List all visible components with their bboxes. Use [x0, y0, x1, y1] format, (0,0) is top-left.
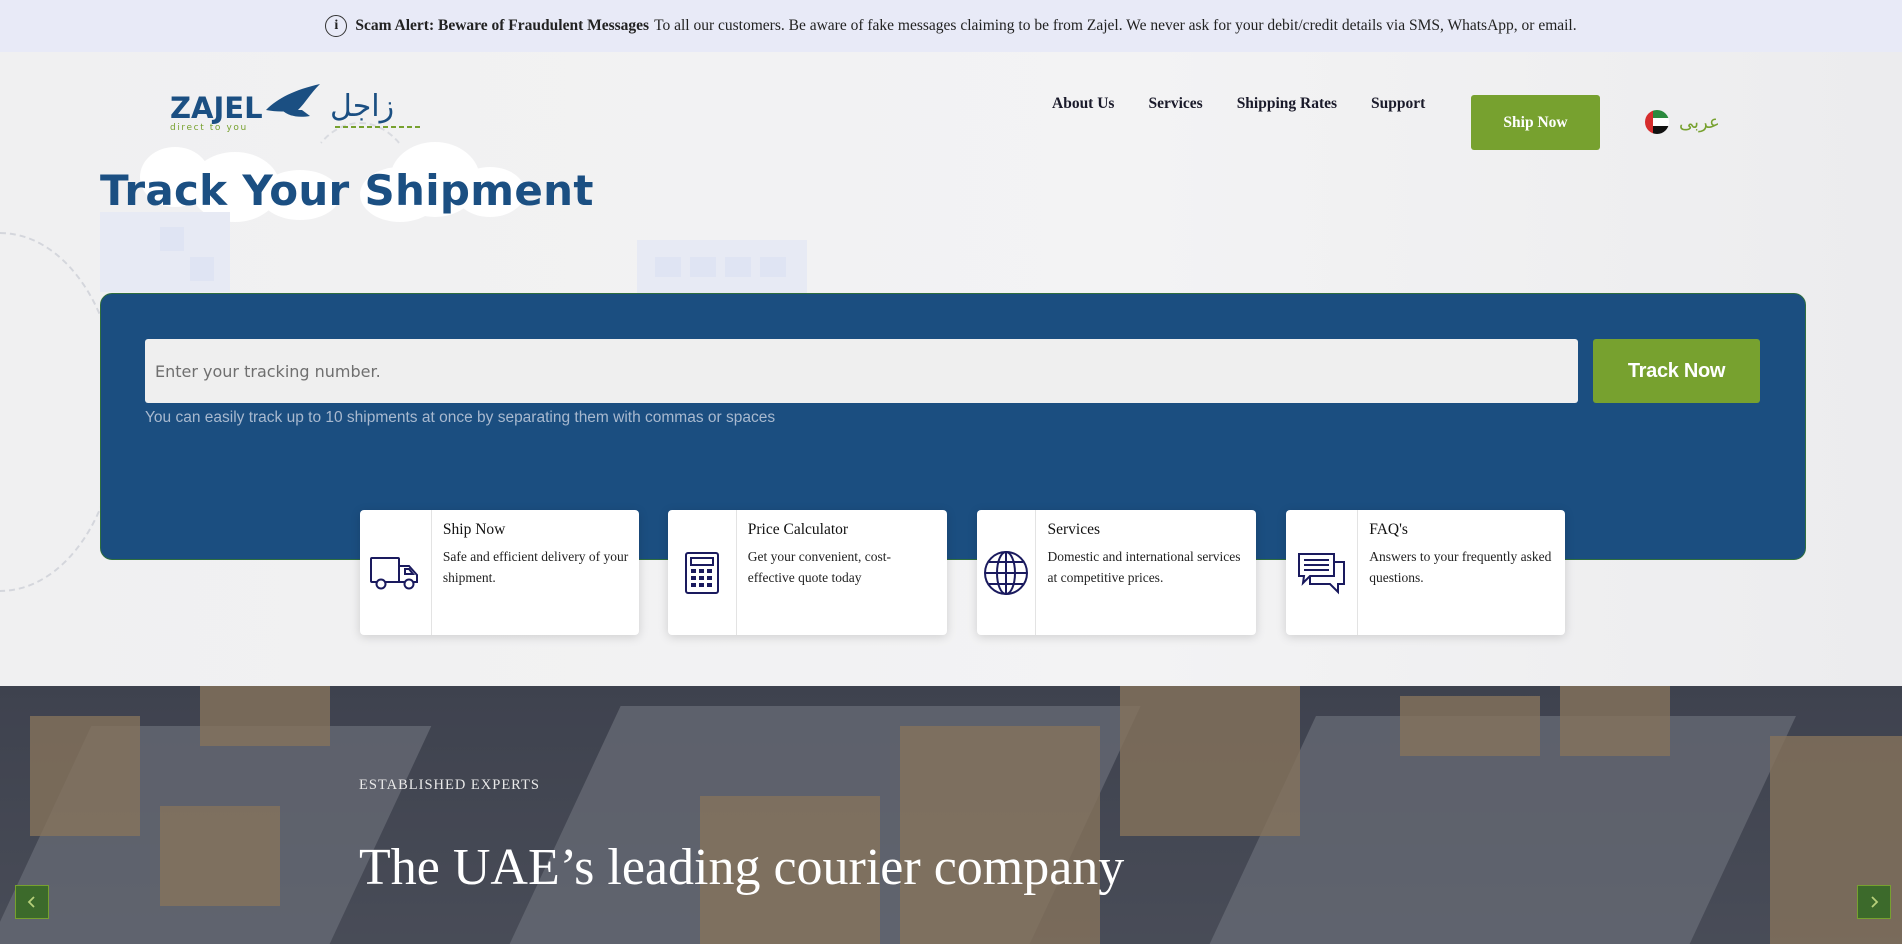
logo-tagline: direct to you [170, 123, 248, 133]
card-description: Safe and efficient delivery of your ship… [442, 549, 629, 585]
logo-arabic: زاجل [330, 89, 394, 124]
language-label: عربى [1679, 111, 1720, 133]
page-title: Track Your Shipment [100, 166, 594, 215]
logo-latin: ZAJEL [170, 91, 263, 125]
nav-shipping-rates[interactable]: Shipping Rates [1237, 95, 1337, 113]
scam-alert-bar: i Scam Alert: Beware of Fraudulent Messa… [0, 0, 1902, 52]
globe-icon [977, 510, 1037, 635]
card-description: Domestic and international services at c… [1047, 549, 1241, 585]
uae-flag-icon [1645, 110, 1669, 134]
card-services[interactable]: Services Domestic and international serv… [977, 510, 1256, 635]
card-ship-now[interactable]: Ship Now Safe and efficient delivery of … [360, 510, 639, 635]
chevron-left-icon [27, 896, 35, 908]
nav-support[interactable]: Support [1371, 95, 1425, 113]
card-price-calculator[interactable]: Price Calculator Get your convenient, co… [668, 510, 947, 635]
card-title: Services [1047, 521, 1100, 538]
tracking-number-input[interactable] [145, 339, 1578, 403]
calculator-icon [668, 510, 737, 635]
card-title: FAQ's [1369, 521, 1408, 538]
alert-heading: Scam Alert: Beware of Fraudulent Message… [355, 17, 650, 34]
hero-banner [0, 686, 1902, 944]
track-now-button[interactable]: Track Now [1593, 339, 1760, 403]
slider-prev-button[interactable] [15, 885, 49, 919]
nav-services[interactable]: Services [1148, 95, 1202, 113]
card-faqs[interactable]: FAQ's Answers to your frequently asked q… [1286, 510, 1565, 635]
card-description: Get your convenient, cost-effective quot… [747, 549, 891, 585]
truck-icon [360, 510, 432, 635]
main-nav: About Us Services Shipping Rates Support [1052, 95, 1459, 113]
banner-eyebrow: ESTABLISHED EXPERTS [359, 777, 540, 793]
banner-headline: The UAE’s leading courier company [359, 839, 1125, 896]
card-description: Answers to your frequently asked questio… [1369, 549, 1552, 585]
ship-now-button[interactable]: Ship Now [1471, 95, 1600, 150]
nav-about-us[interactable]: About Us [1052, 95, 1114, 113]
language-switch[interactable]: عربى [1645, 110, 1720, 134]
card-title: Ship Now [442, 521, 506, 538]
slider-next-button[interactable] [1857, 885, 1891, 919]
zajel-logo[interactable]: ZAJEL زاجل direct to you [170, 80, 425, 136]
chevron-right-icon [1871, 896, 1879, 908]
alert-message: To all our customers. Be aware of fake m… [654, 17, 1577, 34]
tracking-hint: You can easily track up to 10 shipments … [145, 409, 776, 426]
chat-bubbles-icon [1286, 510, 1359, 635]
info-circle-icon: i [325, 15, 348, 37]
card-title: Price Calculator [747, 521, 849, 538]
